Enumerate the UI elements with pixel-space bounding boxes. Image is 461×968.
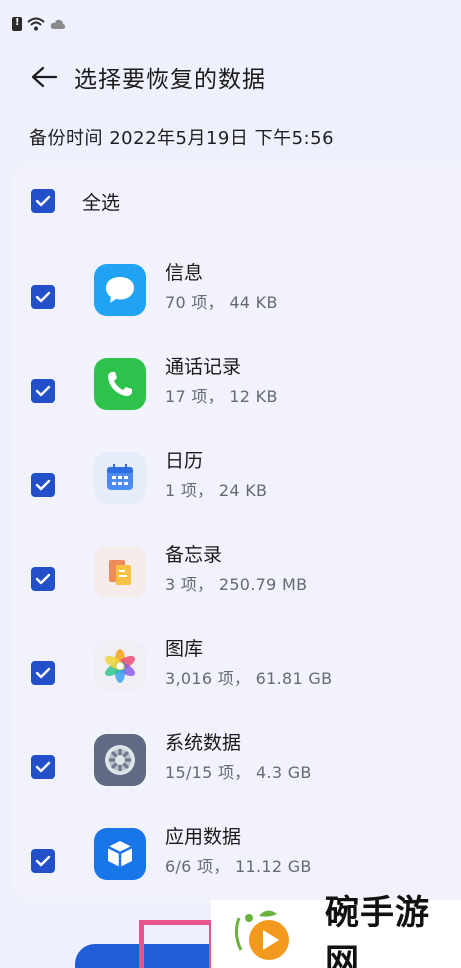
- back-button[interactable]: [22, 55, 66, 99]
- list-item-calendar[interactable]: 日历 1 项， 24 KB: [0, 440, 461, 530]
- highlight-frame: [139, 920, 214, 968]
- item-checkbox[interactable]: [31, 849, 55, 873]
- item-name: 应用数据: [165, 826, 242, 848]
- messages-icon: [94, 264, 146, 316]
- list-item-notes[interactable]: 备忘录 3 项， 250.79 MB: [0, 534, 461, 624]
- sim-alert-icon: [12, 17, 22, 31]
- item-name: 图库: [165, 638, 204, 660]
- phone-icon: [94, 358, 146, 410]
- checkmark-icon: [35, 195, 51, 207]
- item-checkbox[interactable]: [31, 755, 55, 779]
- watermark-logo-icon: [229, 904, 299, 964]
- checkmark-icon: [35, 573, 51, 585]
- item-checkbox[interactable]: [31, 285, 55, 309]
- header: 选择要恢复的数据: [0, 52, 461, 102]
- list-item-system-data[interactable]: 系统数据 15/15 项， 4.3 GB: [0, 722, 461, 812]
- item-meta: 1 项， 24 KB: [165, 481, 268, 500]
- backup-time: 备份时间 2022年5月19日 下午5:56: [29, 128, 335, 149]
- notes-icon: [94, 546, 146, 598]
- calendar-icon: [94, 452, 146, 504]
- item-meta: 3,016 项， 61.81 GB: [165, 669, 333, 688]
- list-item-gallery[interactable]: 图库 3,016 项， 61.81 GB: [0, 628, 461, 718]
- system-data-icon: [94, 734, 146, 786]
- item-meta: 15/15 项， 4.3 GB: [165, 763, 312, 782]
- item-checkbox[interactable]: [31, 379, 55, 403]
- item-name: 信息: [165, 262, 204, 284]
- item-name: 日历: [165, 450, 204, 472]
- item-meta: 3 项， 250.79 MB: [165, 575, 308, 594]
- checkmark-icon: [35, 479, 51, 491]
- app-data-icon: [94, 828, 146, 880]
- item-checkbox[interactable]: [31, 567, 55, 591]
- list-item-call-log[interactable]: 通话记录 17 项， 12 KB: [0, 346, 461, 436]
- item-name: 系统数据: [165, 732, 242, 754]
- page-title: 选择要恢复的数据: [74, 67, 266, 93]
- cloud-icon: [50, 19, 66, 29]
- item-name: 备忘录: [165, 544, 223, 566]
- select-all-row[interactable]: 全选: [31, 186, 120, 216]
- checkmark-icon: [35, 291, 51, 303]
- wifi-icon: [27, 17, 45, 31]
- checkmark-icon: [35, 761, 51, 773]
- arrow-left-icon: [31, 66, 57, 88]
- status-bar: [12, 14, 66, 34]
- item-checkbox[interactable]: [31, 473, 55, 497]
- gallery-icon: [94, 640, 146, 692]
- checkmark-icon: [35, 667, 51, 679]
- item-name: 通话记录: [165, 356, 242, 378]
- item-meta: 17 项， 12 KB: [165, 387, 278, 406]
- checkmark-icon: [35, 385, 51, 397]
- item-meta: 6/6 项， 11.12 GB: [165, 857, 312, 876]
- checkmark-icon: [35, 855, 51, 867]
- list-item-messages[interactable]: 信息 70 项， 44 KB: [0, 252, 461, 342]
- watermark: 碗手游网: [211, 893, 461, 968]
- item-meta: 70 项， 44 KB: [165, 293, 278, 312]
- select-all-label: 全选: [82, 191, 121, 214]
- item-checkbox[interactable]: [31, 661, 55, 685]
- watermark-text: 碗手游网: [325, 893, 430, 968]
- select-all-checkbox[interactable]: [31, 189, 55, 213]
